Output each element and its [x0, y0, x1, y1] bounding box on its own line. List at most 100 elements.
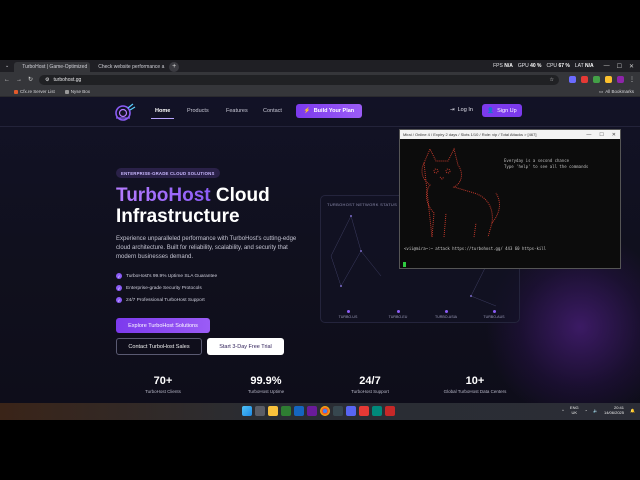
all-bookmarks-label: All Bookmarks	[605, 89, 634, 94]
windows-start-icon[interactable]	[242, 406, 252, 416]
bookmark-label: Nyse Box	[70, 89, 91, 94]
stat-value: N/A	[584, 63, 594, 69]
bookmark-cfx[interactable]: Cfx.re Server List	[14, 89, 55, 94]
app-icon[interactable]	[346, 406, 356, 416]
file-explorer-icon[interactable]	[268, 406, 278, 416]
nav-contact[interactable]: Contact	[263, 108, 282, 114]
hero-title-part: Infrastructure	[116, 206, 240, 227]
folder-icon: ▭	[598, 88, 604, 94]
terminal-command: <vii@mira~:~ attack https://turbohost.gg…	[404, 246, 547, 251]
tab-title: TurboHost | Game-Optimized	[22, 64, 88, 70]
terminal-titlebar[interactable]: Mirai / Online 4 / Expiry 2 days / Slots…	[400, 130, 620, 139]
extension-icon[interactable]	[593, 76, 601, 83]
stat-value: N/A	[504, 63, 513, 69]
wifi-icon[interactable]: ◔	[585, 408, 587, 413]
url-field[interactable]: ⚙ turbohost.gg ☆	[39, 74, 560, 85]
network-node: TURBO-AUS	[479, 310, 509, 319]
minimize-icon[interactable]: —	[586, 132, 591, 138]
extension-icon[interactable]	[581, 76, 589, 83]
tray-arrow-icon[interactable]: ^	[562, 408, 564, 413]
turbohost-logo-icon[interactable]	[114, 102, 136, 122]
stat-caption: Global TurboHost Data Centers	[443, 389, 507, 394]
terminal-message-line: Everyday is a second chance	[504, 158, 570, 163]
back-icon[interactable]: ←	[4, 77, 10, 83]
ascii-cat-art	[421, 147, 500, 238]
hero-badge: ENTERPRISE-GRADE CLOUD SOLUTIONS	[116, 168, 220, 178]
contact-sales-button[interactable]: Contact TurboHost Sales	[116, 338, 202, 355]
language-indicator[interactable]: ENG UK	[570, 405, 579, 415]
extension-icon[interactable]	[569, 76, 577, 83]
feature-label: TurboHost's 99.9% Uptime SLA Guarantee	[126, 273, 218, 279]
clock[interactable]: 20:41 14/06/2025	[604, 405, 624, 415]
tab-search-icon[interactable]: ⌄	[0, 63, 14, 69]
stat-caption: TurboHost Clients	[145, 389, 181, 394]
system-tray: ^ ENG UK ◔ 🔈 20:41 14/06/2025 🔔	[562, 405, 635, 415]
hero-title-part: Cloud	[215, 185, 270, 206]
nav-products[interactable]: Products	[187, 108, 209, 114]
stat-number: 99.9%	[250, 375, 282, 387]
maximize-icon[interactable]: ☐	[617, 63, 622, 70]
app-icon[interactable]	[372, 406, 382, 416]
stat-number: 70+	[153, 375, 173, 387]
bookmark-nyse[interactable]: Nyse Box	[64, 89, 91, 94]
star-icon[interactable]: ☆	[550, 77, 554, 83]
signup-label: Sign Up	[497, 107, 517, 114]
terminal-body[interactable]: Everyday is a second chance Type 'help' …	[400, 139, 620, 269]
network-node: TURBO-EU	[383, 310, 413, 319]
user-plus-icon: 👤	[487, 107, 495, 114]
all-bookmarks[interactable]: ▭ All Bookmarks	[599, 89, 640, 95]
stat-caption: TurboHost Uptime	[247, 389, 285, 394]
search-icon[interactable]	[255, 406, 265, 416]
notification-icon[interactable]: 🔔	[630, 408, 635, 413]
bookmarks-bar: Cfx.re Server List Nyse Box ▭ All Bookmar…	[0, 87, 640, 97]
tab-turbohost[interactable]: TurboHost | Game-Optimized ✕	[14, 62, 91, 72]
app-icon[interactable]	[359, 406, 369, 416]
menu-icon[interactable]: ⋮	[629, 76, 636, 83]
nav-home[interactable]: Home	[150, 108, 175, 119]
extension-icon[interactable]	[617, 76, 625, 83]
app-icon[interactable]	[333, 406, 343, 416]
extensions: ⋮	[569, 76, 636, 83]
bookmark-label: Cfx.re Server List	[20, 89, 55, 94]
site-info-icon[interactable]: ⚙	[45, 77, 49, 83]
hero-subtitle: Experience unparalleled performance with…	[116, 236, 297, 260]
reload-icon[interactable]: ↻	[28, 76, 33, 83]
window-controls: — ☐ ✕	[604, 63, 640, 70]
app-icon[interactable]	[385, 406, 395, 416]
language-label: UK	[571, 410, 578, 415]
maximize-icon[interactable]: ☐	[599, 132, 603, 138]
stat-number: 10+	[465, 375, 485, 387]
minimize-icon[interactable]: —	[604, 63, 610, 70]
volume-icon[interactable]: 🔈	[593, 408, 598, 413]
forward-icon[interactable]: →	[16, 77, 22, 83]
app-icon[interactable]	[281, 406, 291, 416]
tab-performance[interactable]: Check website performance a ✕	[90, 62, 166, 72]
app-icon[interactable]	[307, 406, 317, 416]
new-tab-button[interactable]: +	[169, 61, 180, 72]
url-text: turbohost.gg	[53, 76, 82, 83]
terminal-window[interactable]: Mirai / Online 4 / Expiry 2 days / Slots…	[399, 129, 621, 269]
login-link[interactable]: ⇥ Log In	[450, 107, 473, 113]
network-node: TURBO-ASIA	[431, 310, 461, 319]
stat-uptime: 99.9% TurboHost Uptime	[221, 375, 311, 394]
explore-solutions-button[interactable]: Explore TurboHost Solutions	[116, 318, 210, 333]
nav-features[interactable]: Features	[226, 108, 248, 114]
chrome-icon[interactable]	[320, 406, 330, 416]
terminal-title: Mirai / Online 4 / Expiry 2 days / Slots…	[403, 132, 537, 137]
app-icon[interactable]	[294, 406, 304, 416]
build-plan-label: Build Your Plan	[313, 108, 355, 114]
taskbar: ^ ENG UK ◔ 🔈 20:41 14/06/2025 🔔	[0, 403, 640, 420]
stat-value: 67 %	[558, 63, 570, 69]
feature-item: ✓ Enterprise-grade Security Protocols	[116, 285, 202, 291]
close-icon[interactable]: ✕	[612, 132, 616, 138]
close-window-icon[interactable]: ✕	[629, 63, 634, 70]
feature-item: ✓ 24/7 Professional TurboHost Support	[116, 297, 205, 303]
free-trial-button[interactable]: Start 3-Day Free Trial	[207, 338, 284, 355]
terminal-message-line: Type 'help' to see all the commands	[504, 164, 589, 169]
overlay-stats: FPS N/A GPU 40 % CPU 67 % LAT N/A	[493, 63, 597, 69]
build-plan-button[interactable]: ⚡ Build Your Plan	[296, 104, 362, 118]
stat-label: FPS	[493, 63, 503, 69]
signup-button[interactable]: 👤 Sign Up	[482, 104, 522, 117]
extension-icon[interactable]	[605, 76, 613, 83]
stat-caption: TurboHost Support	[351, 389, 389, 394]
